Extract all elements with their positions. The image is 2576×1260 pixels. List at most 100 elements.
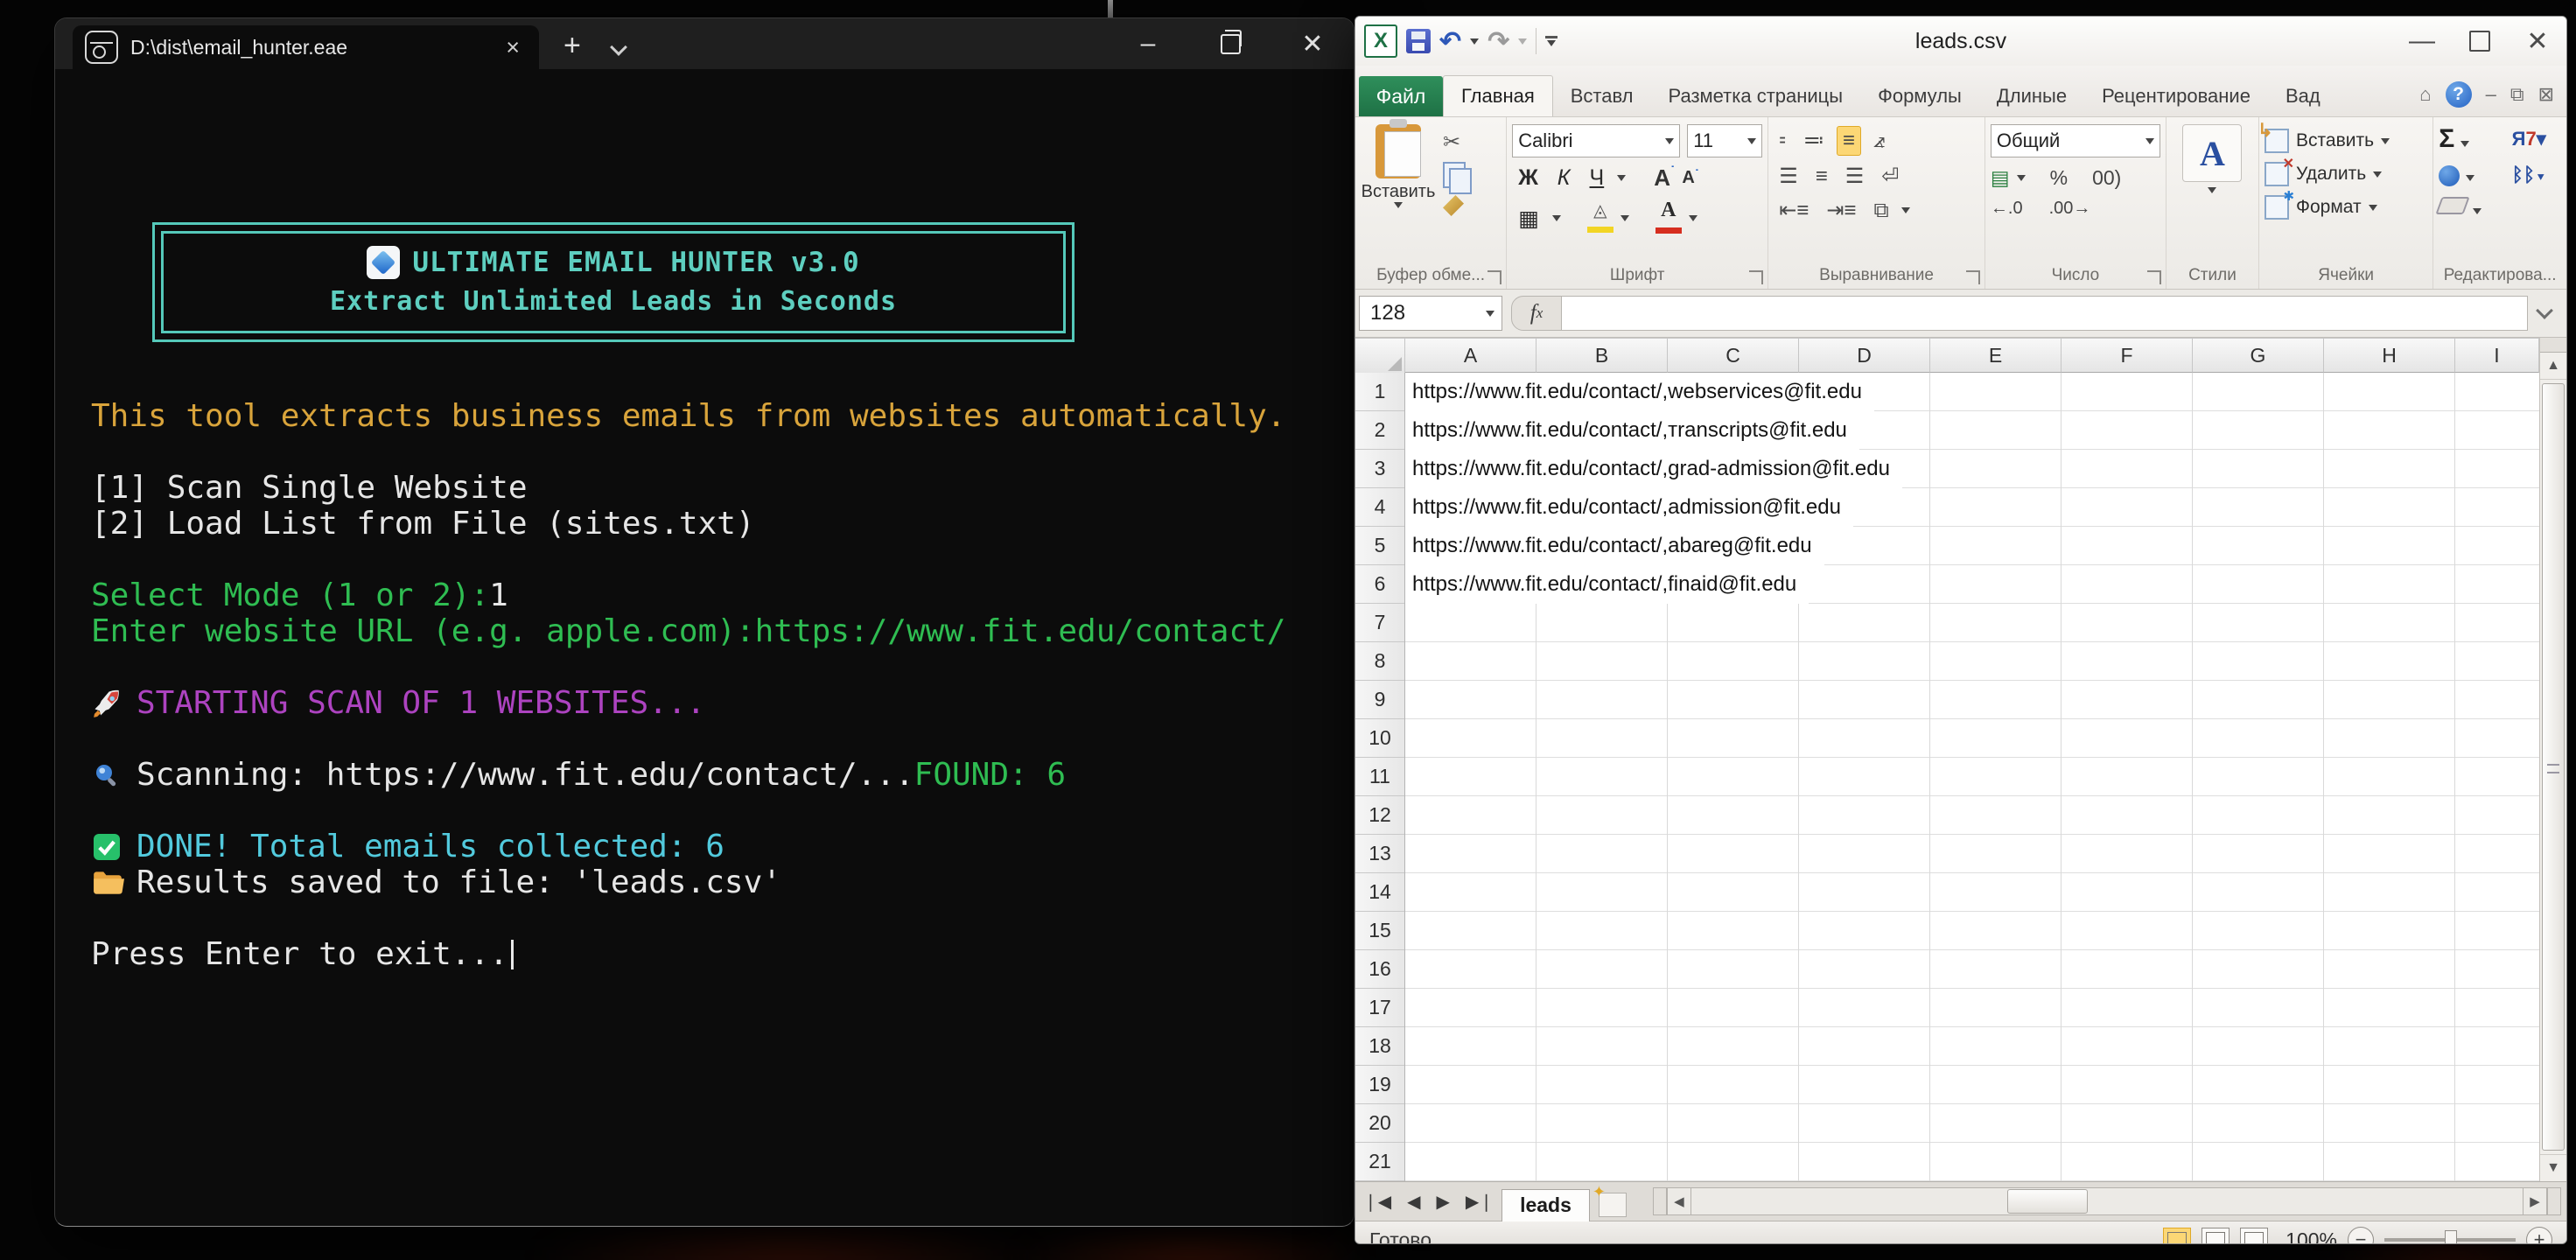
zoom-slider[interactable] — [2384, 1238, 2516, 1242]
undo-icon[interactable]: ↶ — [1439, 26, 1461, 57]
font-name-select[interactable]: Calibri — [1512, 124, 1680, 158]
cell-value-row-3[interactable]: https://www.fit.edu/contact/,grad-admiss… — [1405, 450, 1902, 488]
clear-button[interactable] — [2439, 196, 2496, 220]
borders-dropdown-icon[interactable] — [1552, 215, 1561, 221]
row-header-4[interactable]: 4 — [1355, 488, 1404, 527]
row-header-7[interactable]: 7 — [1355, 604, 1404, 642]
name-box[interactable]: 128 — [1359, 296, 1502, 331]
sort-filter-icon[interactable]: Я7▾ — [2512, 128, 2561, 150]
align-middle-icon[interactable]: ≕ — [1798, 126, 1830, 155]
comma-style-icon[interactable]: 00) — [2092, 166, 2121, 190]
file-tab[interactable]: Файл — [1359, 76, 1443, 116]
row-header-6[interactable]: 6 — [1355, 565, 1404, 604]
ribbon-tab-Вставл[interactable]: Вставл — [1553, 76, 1651, 116]
row-header-3[interactable]: 3 — [1355, 450, 1404, 488]
prev-sheet-icon[interactable]: ◀ — [1399, 1191, 1428, 1213]
row-header-11[interactable]: 11 — [1355, 758, 1404, 796]
horizontal-scroll-track[interactable] — [1691, 1187, 2523, 1215]
excel-logo-icon[interactable]: X — [1364, 24, 1397, 58]
column-header-G[interactable]: G — [2193, 338, 2324, 373]
redo-dropdown-icon[interactable] — [1518, 38, 1527, 45]
insert-cells-button[interactable]: Вставить — [2264, 124, 2427, 158]
terminal-tab[interactable]: D:\dist\email_hunter.eae × — [73, 25, 539, 69]
dialog-launcher-icon[interactable] — [2147, 270, 2161, 284]
font-size-select[interactable]: 11 — [1687, 124, 1762, 158]
fill-color-icon[interactable]: ◬ — [1587, 200, 1614, 237]
minimize-button[interactable]: – — [1107, 18, 1189, 69]
percent-style-icon[interactable]: % — [2050, 166, 2068, 190]
increase-decimal-icon[interactable]: ←.0 — [1991, 199, 2023, 219]
styles-dropdown-icon[interactable] — [2208, 187, 2216, 193]
row-header-13[interactable]: 13 — [1355, 835, 1404, 873]
decrease-decimal-icon[interactable]: .00→ — [2049, 199, 2091, 219]
expand-formula-bar-icon[interactable] — [2536, 302, 2553, 319]
ribbon-tab-Главная[interactable]: Главная — [1443, 75, 1553, 116]
cell-value-row-1[interactable]: https://www.fit.edu/contact/,webservices… — [1405, 373, 1874, 411]
italic-button[interactable]: К — [1551, 165, 1577, 191]
maximize-button[interactable] — [1189, 18, 1271, 69]
ribbon-tab-Формулы[interactable]: Формулы — [1860, 76, 1979, 116]
minimize-button[interactable]: — — [2393, 17, 2451, 66]
help-icon[interactable]: ? — [2446, 81, 2472, 108]
tab-dropdown-icon[interactable] — [610, 38, 627, 56]
row-header-12[interactable]: 12 — [1355, 796, 1404, 835]
tab-close-icon[interactable]: × — [499, 36, 527, 60]
delete-cells-button[interactable]: Удалить — [2264, 158, 2427, 191]
row-header-20[interactable]: 20 — [1355, 1104, 1404, 1143]
ribbon-tab-Разметка страницы[interactable]: Разметка страницы — [1651, 76, 1861, 116]
row-header-18[interactable]: 18 — [1355, 1027, 1404, 1066]
increase-indent-icon[interactable]: ⇥≡ — [1821, 196, 1861, 225]
accounting-format-icon[interactable]: ▤ — [1991, 166, 2010, 190]
column-header-D[interactable]: D — [1799, 338, 1930, 373]
maximize-button[interactable] — [2451, 17, 2509, 66]
align-left-icon[interactable]: ☰ — [1774, 162, 1803, 191]
column-header-F[interactable]: F — [2062, 338, 2193, 373]
find-select-icon[interactable]: ᛒᛒ▾ — [2512, 164, 2561, 186]
row-header-10[interactable]: 10 — [1355, 719, 1404, 758]
formula-input[interactable] — [1562, 296, 2528, 331]
horizontal-scroll-thumb[interactable] — [2007, 1189, 2088, 1214]
row-header-8[interactable]: 8 — [1355, 642, 1404, 681]
share-icon[interactable]: ⊠ — [2538, 83, 2554, 106]
format-cells-button[interactable]: Формат — [2264, 191, 2427, 224]
underline-button[interactable]: Ч — [1584, 165, 1611, 191]
row-header-21[interactable]: 21 — [1355, 1143, 1404, 1181]
scroll-split-handle[interactable] — [2540, 338, 2566, 353]
scroll-split-handle[interactable] — [1653, 1187, 1667, 1215]
next-sheet-icon[interactable]: ▶ — [1429, 1191, 1458, 1213]
decrease-indent-icon[interactable]: ⇤≡ — [1774, 196, 1814, 225]
cell-grid[interactable]: https://www.fit.edu/contact/,webservices… — [1405, 373, 2539, 1181]
row-header-14[interactable]: 14 — [1355, 873, 1404, 912]
paste-button[interactable]: Вставить — [1361, 124, 1436, 208]
column-header-I[interactable]: I — [2455, 338, 2539, 373]
dialog-launcher-icon[interactable] — [1488, 270, 1502, 284]
align-bottom-icon[interactable]: ≡ — [1837, 126, 1861, 156]
increase-font-icon[interactable]: A˙ — [1654, 164, 1675, 192]
cell-value-row-2[interactable]: https://www.fit.edu/contact/,тranscripts… — [1405, 411, 1859, 450]
align-center-icon[interactable]: ≡ — [1810, 163, 1833, 191]
column-header-H[interactable]: H — [2324, 338, 2455, 373]
font-color-icon[interactable]: А — [1656, 199, 1682, 238]
scroll-right-icon[interactable]: ▶ — [2523, 1187, 2547, 1215]
redo-icon[interactable]: ↷ — [1488, 26, 1509, 57]
ribbon-minimize-icon[interactable]: ‒ — [2486, 83, 2496, 106]
page-layout-view-icon[interactable] — [2202, 1228, 2230, 1244]
row-header-15[interactable]: 15 — [1355, 912, 1404, 950]
horizontal-scrollbar[interactable]: ◀ ▶ — [1653, 1188, 2561, 1214]
accounting-dropdown-icon[interactable] — [2017, 175, 2026, 181]
merge-dropdown-icon[interactable] — [1901, 207, 1910, 214]
ribbon-tab-Вад[interactable]: Вад — [2268, 76, 2338, 116]
fx-icon[interactable]: fx — [1511, 296, 1562, 331]
undo-dropdown-icon[interactable] — [1470, 38, 1479, 45]
page-break-view-icon[interactable] — [2240, 1228, 2268, 1244]
window-icon[interactable]: ⧉ — [2510, 83, 2524, 106]
terminal-titlebar[interactable]: D:\dist\email_hunter.eae × + – ✕ — [55, 18, 1354, 69]
close-button[interactable]: ✕ — [1271, 18, 1354, 69]
cut-icon[interactable]: ✂ — [1443, 130, 1466, 155]
fill-color-dropdown-icon[interactable] — [1620, 215, 1629, 221]
scroll-left-icon[interactable]: ◀ — [1667, 1187, 1691, 1215]
autosum-button[interactable]: Σ — [2439, 124, 2496, 154]
column-header-E[interactable]: E — [1930, 338, 2062, 373]
normal-view-icon[interactable] — [2163, 1228, 2191, 1244]
vertical-scroll-thumb[interactable] — [2542, 383, 2565, 1151]
